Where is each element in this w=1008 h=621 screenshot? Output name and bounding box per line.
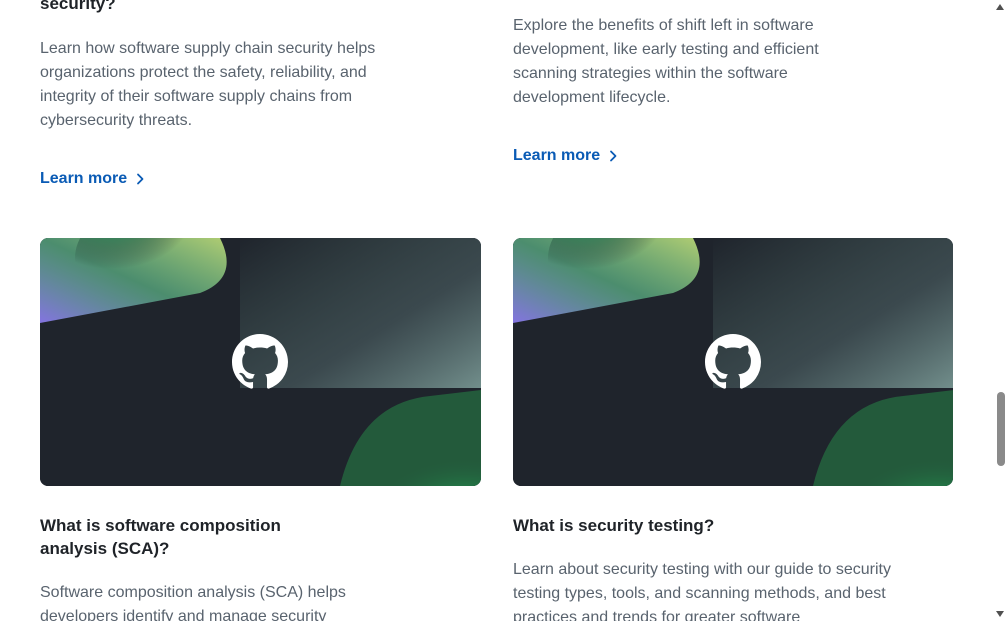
- github-mark-icon: [232, 334, 288, 389]
- chevron-right-icon: [137, 173, 144, 185]
- learn-more-label: Learn more: [513, 147, 601, 164]
- card-description: Learn how software supply chain security…: [40, 40, 376, 129]
- learn-more-link[interactable]: Learn more: [513, 146, 618, 166]
- vertical-scrollbar[interactable]: [993, 0, 1008, 621]
- card-image-security-testing[interactable]: [513, 238, 953, 486]
- learn-more-label: Learn more: [40, 170, 128, 187]
- scroll-down-arrow-icon[interactable]: [996, 611, 1004, 617]
- chevron-right-icon: [610, 150, 617, 162]
- card-title[interactable]: What is security testing?: [513, 514, 954, 537]
- card-image-sca[interactable]: [40, 238, 481, 486]
- card-supply-chain-security: security? Learn how software supply chai…: [40, 0, 481, 189]
- learn-more-link[interactable]: Learn more: [40, 169, 145, 189]
- card-title[interactable]: What is software composition analysis (S…: [40, 514, 340, 560]
- github-mark-icon: [705, 334, 761, 389]
- card-description: Explore the benefits of shift left in so…: [513, 17, 819, 106]
- card-title[interactable]: security?: [40, 0, 481, 14]
- card-security-testing: What is security testing? Learn about se…: [513, 514, 954, 621]
- card-sca: What is software composition analysis (S…: [40, 514, 481, 621]
- card-description: Learn about security testing with our gu…: [513, 561, 891, 621]
- scroll-up-arrow-icon[interactable]: [996, 4, 1004, 10]
- card-shift-left: Explore the benefits of shift left in so…: [513, 14, 954, 166]
- card-description: Software composition analysis (SCA) help…: [40, 584, 346, 621]
- scrollbar-thumb[interactable]: [997, 392, 1005, 466]
- article-grid: security? Learn how software supply chai…: [0, 0, 993, 621]
